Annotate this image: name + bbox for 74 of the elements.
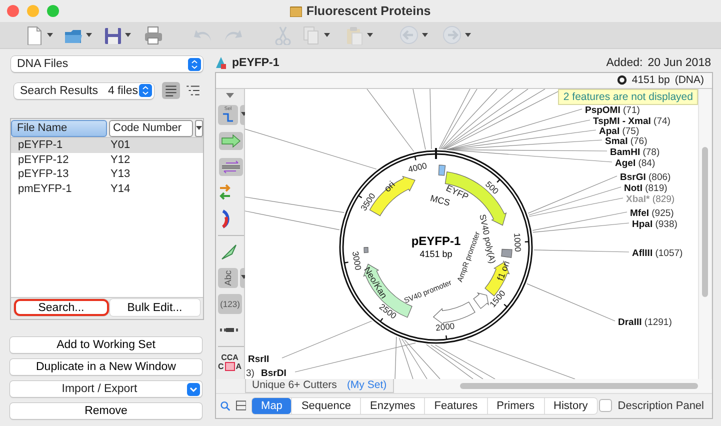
- enzyme-label[interactable]: MfeI (925): [630, 208, 674, 219]
- map-length: 4151 bp: [420, 248, 452, 259]
- table-cell-text: Y01: [110, 139, 132, 152]
- tick-label: 3000: [350, 250, 364, 270]
- enzyme-label[interactable]: SmaI (76): [605, 136, 648, 147]
- bases-text: A: [236, 362, 242, 371]
- enzyme-label[interactable]: AgeI (84): [615, 158, 656, 169]
- file-row[interactable]: pEYFP-13 Y13: [11, 167, 203, 182]
- file-count: 4 files: [108, 84, 138, 96]
- table-cell-text: Y13: [110, 168, 132, 180]
- enzyme-label[interactable]: HpaI (938): [632, 218, 678, 230]
- window-title: Fluorescent Proteins: [306, 4, 431, 18]
- filter-dropdown[interactable]: Search Results 4 files: [14, 82, 154, 98]
- view-tab[interactable]: Sequence: [291, 398, 360, 414]
- enzyme-label[interactable]: BamHI (78): [610, 146, 660, 158]
- bases-text: C: [218, 362, 224, 371]
- enzyme-label[interactable]: PspOMI (71): [585, 104, 640, 116]
- tick-label: 4000: [407, 160, 428, 174]
- table-cell-text: Y12: [110, 154, 132, 166]
- column-header[interactable]: File Name: [11, 120, 107, 137]
- enzyme-label[interactable]: DraIII (1291): [618, 316, 672, 328]
- enzyme-set-label: Unique 6+ Cutters: [252, 379, 337, 392]
- feature-label: ori: [382, 179, 398, 194]
- sequence-length: 4151 bp: [632, 74, 670, 86]
- table-action-button[interactable]: Bulk Edit...: [110, 299, 200, 316]
- action-button[interactable]: Add to Working Set: [10, 337, 202, 353]
- table-action-button[interactable]: Search...: [14, 299, 108, 316]
- view-tab[interactable]: Map: [252, 398, 292, 414]
- file-row[interactable]: pEYFP-1 Y01: [11, 138, 203, 152]
- button-label: Import / Export: [60, 383, 138, 395]
- enzyme-set-tab[interactable]: Unique 6+ Cutters (My Set): [245, 378, 394, 393]
- dropdown-value: DNA Files: [17, 58, 68, 70]
- enzyme-set-link[interactable]: (My Set): [346, 379, 387, 392]
- enzyme-label[interactable]: BsrGI (806): [620, 172, 671, 183]
- enzyme-label[interactable]: RsrII: [248, 354, 270, 365]
- map-title: pEYFP-1: [411, 234, 461, 248]
- bases-text: CCA: [220, 352, 240, 362]
- table-cell-text: pEYFP-12: [18, 154, 70, 166]
- table-cell-text: pEYFP-1: [18, 139, 64, 152]
- molecule-type: (DNA): [674, 74, 704, 86]
- tick-label: 1000: [512, 232, 524, 252]
- column-header[interactable]: Code Number: [109, 120, 193, 137]
- action-button[interactable]: Duplicate in a New Window: [10, 359, 202, 375]
- added-label: Added:: [606, 56, 643, 68]
- view-tab[interactable]: Enzymes: [360, 398, 424, 414]
- enzyme-label[interactable]: XbaI* (829): [626, 194, 675, 205]
- numbers-tool-button[interactable]: (123): [218, 294, 242, 314]
- table-cell-text: Y14: [110, 182, 132, 195]
- action-button[interactable]: Remove: [10, 403, 202, 419]
- notice-tooltip: 2 features are not displayed: [558, 88, 698, 105]
- document-title: pEYFP-1: [232, 56, 280, 68]
- enzyme-label[interactable]: AflIII (1057): [632, 248, 683, 259]
- file-row[interactable]: pEYFP-12 Y12: [11, 152, 203, 167]
- view-tab[interactable]: Primers: [486, 398, 544, 414]
- enzyme-label[interactable]: NotI (819): [624, 182, 668, 194]
- text-tool-button[interactable]: Abc: [218, 268, 238, 288]
- checkbox-label: Description Panel: [618, 400, 704, 412]
- bases-tool-button[interactable]: CCA C A: [218, 352, 242, 371]
- enzyme-label[interactable]: BsrDI: [261, 368, 286, 379]
- view-tab[interactable]: History: [544, 398, 597, 414]
- collection-dropdown[interactable]: DNA Files: [11, 56, 203, 72]
- feature-label: f1 ori: [495, 259, 512, 282]
- enzyme-label[interactable]: TspMI - XmaI (74): [593, 116, 670, 127]
- view-tab[interactable]: Features: [424, 398, 487, 414]
- enzyme-label[interactable]: ApaI (75): [599, 126, 640, 137]
- tick-label: 500: [484, 178, 501, 196]
- dropdown-value: Search Results: [20, 84, 98, 96]
- menu-button[interactable]: Import / Export: [10, 381, 202, 397]
- added-date: 20 Jun 2018: [648, 56, 711, 68]
- tick-label: 2000: [435, 320, 456, 332]
- file-row[interactable]: pmEYFP-1 Y14: [11, 182, 203, 196]
- enzyme-label: 3): [246, 368, 254, 379]
- table-cell-text: pEYFP-13: [18, 168, 70, 180]
- table-cell-text: pmEYFP-1: [18, 182, 73, 195]
